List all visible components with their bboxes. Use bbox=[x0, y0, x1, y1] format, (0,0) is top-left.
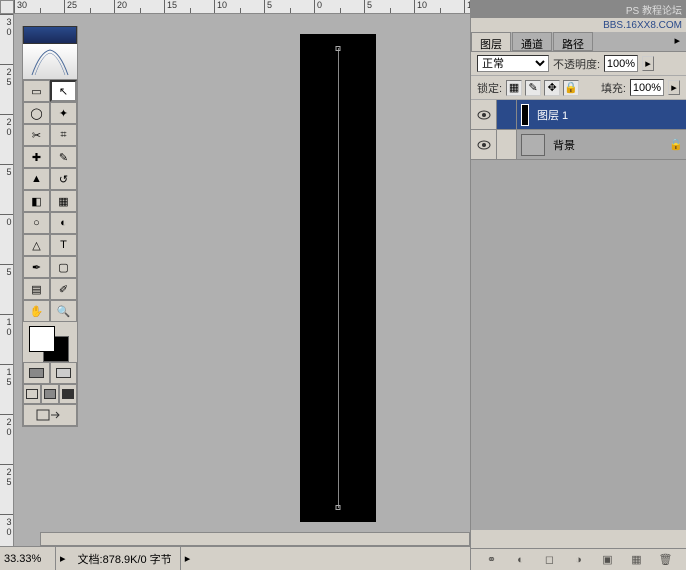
delete-layer-icon[interactable]: 🗑 bbox=[656, 552, 676, 568]
toolbox: ▭↖◯✦✂⌗✚✎▲↺◧▦○◐△T✒▢▤✐✋🔍 bbox=[22, 26, 78, 427]
layer-thumbnail[interactable] bbox=[521, 134, 545, 156]
status-bar: 33.33% ▸ 文档:878.9K/0 字节 ▸ bbox=[0, 546, 470, 570]
opacity-label: 不透明度: bbox=[553, 56, 600, 72]
ruler-vertical: 3025205051015202530 bbox=[0, 14, 14, 546]
type-tool[interactable]: T bbox=[50, 234, 77, 256]
opacity-input[interactable] bbox=[604, 55, 638, 72]
panel-tabs: 图层 通道 路径 ▸ bbox=[471, 32, 686, 52]
hand-tool[interactable]: ✋ bbox=[23, 300, 50, 322]
panel-watermark-url: BBS.16XX8.COM bbox=[471, 18, 686, 32]
panel-watermark-top: PS 教程论坛 bbox=[471, 0, 686, 18]
horizontal-scrollbar[interactable] bbox=[40, 532, 470, 546]
lock-icon: 🔒 bbox=[666, 138, 686, 151]
eyedropper-tool[interactable]: ✐ bbox=[50, 278, 77, 300]
opacity-slider-icon[interactable]: ▸ bbox=[642, 56, 654, 71]
path-tool[interactable]: △ bbox=[23, 234, 50, 256]
layer-row[interactable]: 图层 1 bbox=[471, 100, 686, 130]
layer-name[interactable]: 图层 1 bbox=[533, 107, 686, 123]
blend-mode-select[interactable]: 正常 bbox=[477, 55, 549, 72]
tab-paths[interactable]: 路径 bbox=[553, 32, 593, 51]
layer-panel-footer: ⚭ ◐ ◻ ◑ ▣ ▦ 🗑 bbox=[471, 548, 686, 570]
canvas-area[interactable] bbox=[14, 14, 470, 546]
blur-tool[interactable]: ○ bbox=[23, 212, 50, 234]
brush-tool[interactable]: ✎ bbox=[50, 146, 77, 168]
crop-tool[interactable]: ✂ bbox=[23, 124, 50, 146]
layers-panel: PS 教程论坛 BBS.16XX8.COM 图层 通道 路径 ▸ 正常 不透明度… bbox=[470, 0, 686, 570]
info-menu-icon[interactable]: ▸ bbox=[181, 552, 195, 565]
zoom-level[interactable]: 33.33% bbox=[0, 547, 56, 570]
notes-tool[interactable]: ▤ bbox=[23, 278, 50, 300]
gradient-tool[interactable]: ▦ bbox=[50, 190, 77, 212]
layer-list: 图层 1 背景🔒 bbox=[471, 100, 686, 530]
foreground-color[interactable] bbox=[29, 326, 55, 352]
edit-cell bbox=[497, 100, 517, 129]
layer-name[interactable]: 背景 bbox=[549, 137, 666, 153]
tab-layers[interactable]: 图层 bbox=[471, 32, 511, 51]
zoom-tool[interactable]: 🔍 bbox=[50, 300, 77, 322]
lock-paint-icon[interactable]: ✎ bbox=[525, 80, 541, 96]
lock-label: 锁定: bbox=[477, 80, 502, 96]
lasso-tool[interactable]: ◯ bbox=[23, 102, 50, 124]
screen-full[interactable] bbox=[59, 384, 77, 404]
new-group-icon[interactable]: ▣ bbox=[598, 552, 618, 568]
canvas-object[interactable] bbox=[300, 34, 376, 522]
tab-channels[interactable]: 通道 bbox=[512, 32, 552, 51]
app-logo bbox=[23, 44, 77, 80]
toolbox-titlebar[interactable] bbox=[23, 26, 77, 44]
eraser-tool[interactable]: ◧ bbox=[23, 190, 50, 212]
transform-handle-bottom[interactable] bbox=[336, 505, 341, 510]
quickmask-mode[interactable] bbox=[50, 362, 77, 384]
heal-tool[interactable]: ✚ bbox=[23, 146, 50, 168]
screen-full-menu[interactable] bbox=[41, 384, 59, 404]
stamp-tool[interactable]: ▲ bbox=[23, 168, 50, 190]
link-layers-icon[interactable]: ⚭ bbox=[482, 552, 502, 568]
dodge-tool[interactable]: ◐ bbox=[50, 212, 77, 234]
slice-tool[interactable]: ⌗ bbox=[50, 124, 77, 146]
transform-handle-top[interactable] bbox=[336, 46, 341, 51]
lock-all-icon[interactable]: 🔒 bbox=[563, 80, 579, 96]
lock-move-icon[interactable]: ✥ bbox=[544, 80, 560, 96]
status-menu-icon[interactable]: ▸ bbox=[56, 552, 70, 565]
fill-adjust-icon[interactable]: ◑ bbox=[569, 552, 589, 568]
layer-thumbnail[interactable] bbox=[521, 104, 529, 126]
pen-tool[interactable]: ✒ bbox=[23, 256, 50, 278]
new-layer-icon[interactable]: ▦ bbox=[627, 552, 647, 568]
screen-standard[interactable] bbox=[23, 384, 41, 404]
fill-label: 填充: bbox=[601, 80, 626, 96]
layer-row[interactable]: 背景🔒 bbox=[471, 130, 686, 160]
shape-tool[interactable]: ▢ bbox=[50, 256, 77, 278]
jump-to-button[interactable] bbox=[23, 404, 77, 426]
edit-cell bbox=[497, 130, 517, 159]
visibility-icon[interactable] bbox=[471, 100, 497, 129]
color-swatches[interactable] bbox=[23, 322, 77, 362]
lock-transparency-icon[interactable]: ▦ bbox=[506, 80, 522, 96]
panel-menu-icon[interactable]: ▸ bbox=[668, 32, 686, 51]
layer-style-icon[interactable]: ◐ bbox=[511, 552, 531, 568]
ruler-origin[interactable] bbox=[0, 0, 14, 14]
fill-input[interactable] bbox=[630, 79, 664, 96]
standard-mode[interactable] bbox=[23, 362, 50, 384]
document-info: 文档:878.9K/0 字节 bbox=[70, 547, 181, 570]
layer-mask-icon[interactable]: ◻ bbox=[540, 552, 560, 568]
history-brush-tool[interactable]: ↺ bbox=[50, 168, 77, 190]
path-line bbox=[338, 48, 339, 508]
marquee-tool[interactable]: ▭ bbox=[23, 80, 50, 102]
move-tool[interactable]: ↖ bbox=[50, 80, 77, 102]
wand-tool[interactable]: ✦ bbox=[50, 102, 77, 124]
visibility-icon[interactable] bbox=[471, 130, 497, 159]
fill-slider-icon[interactable]: ▸ bbox=[668, 80, 680, 95]
